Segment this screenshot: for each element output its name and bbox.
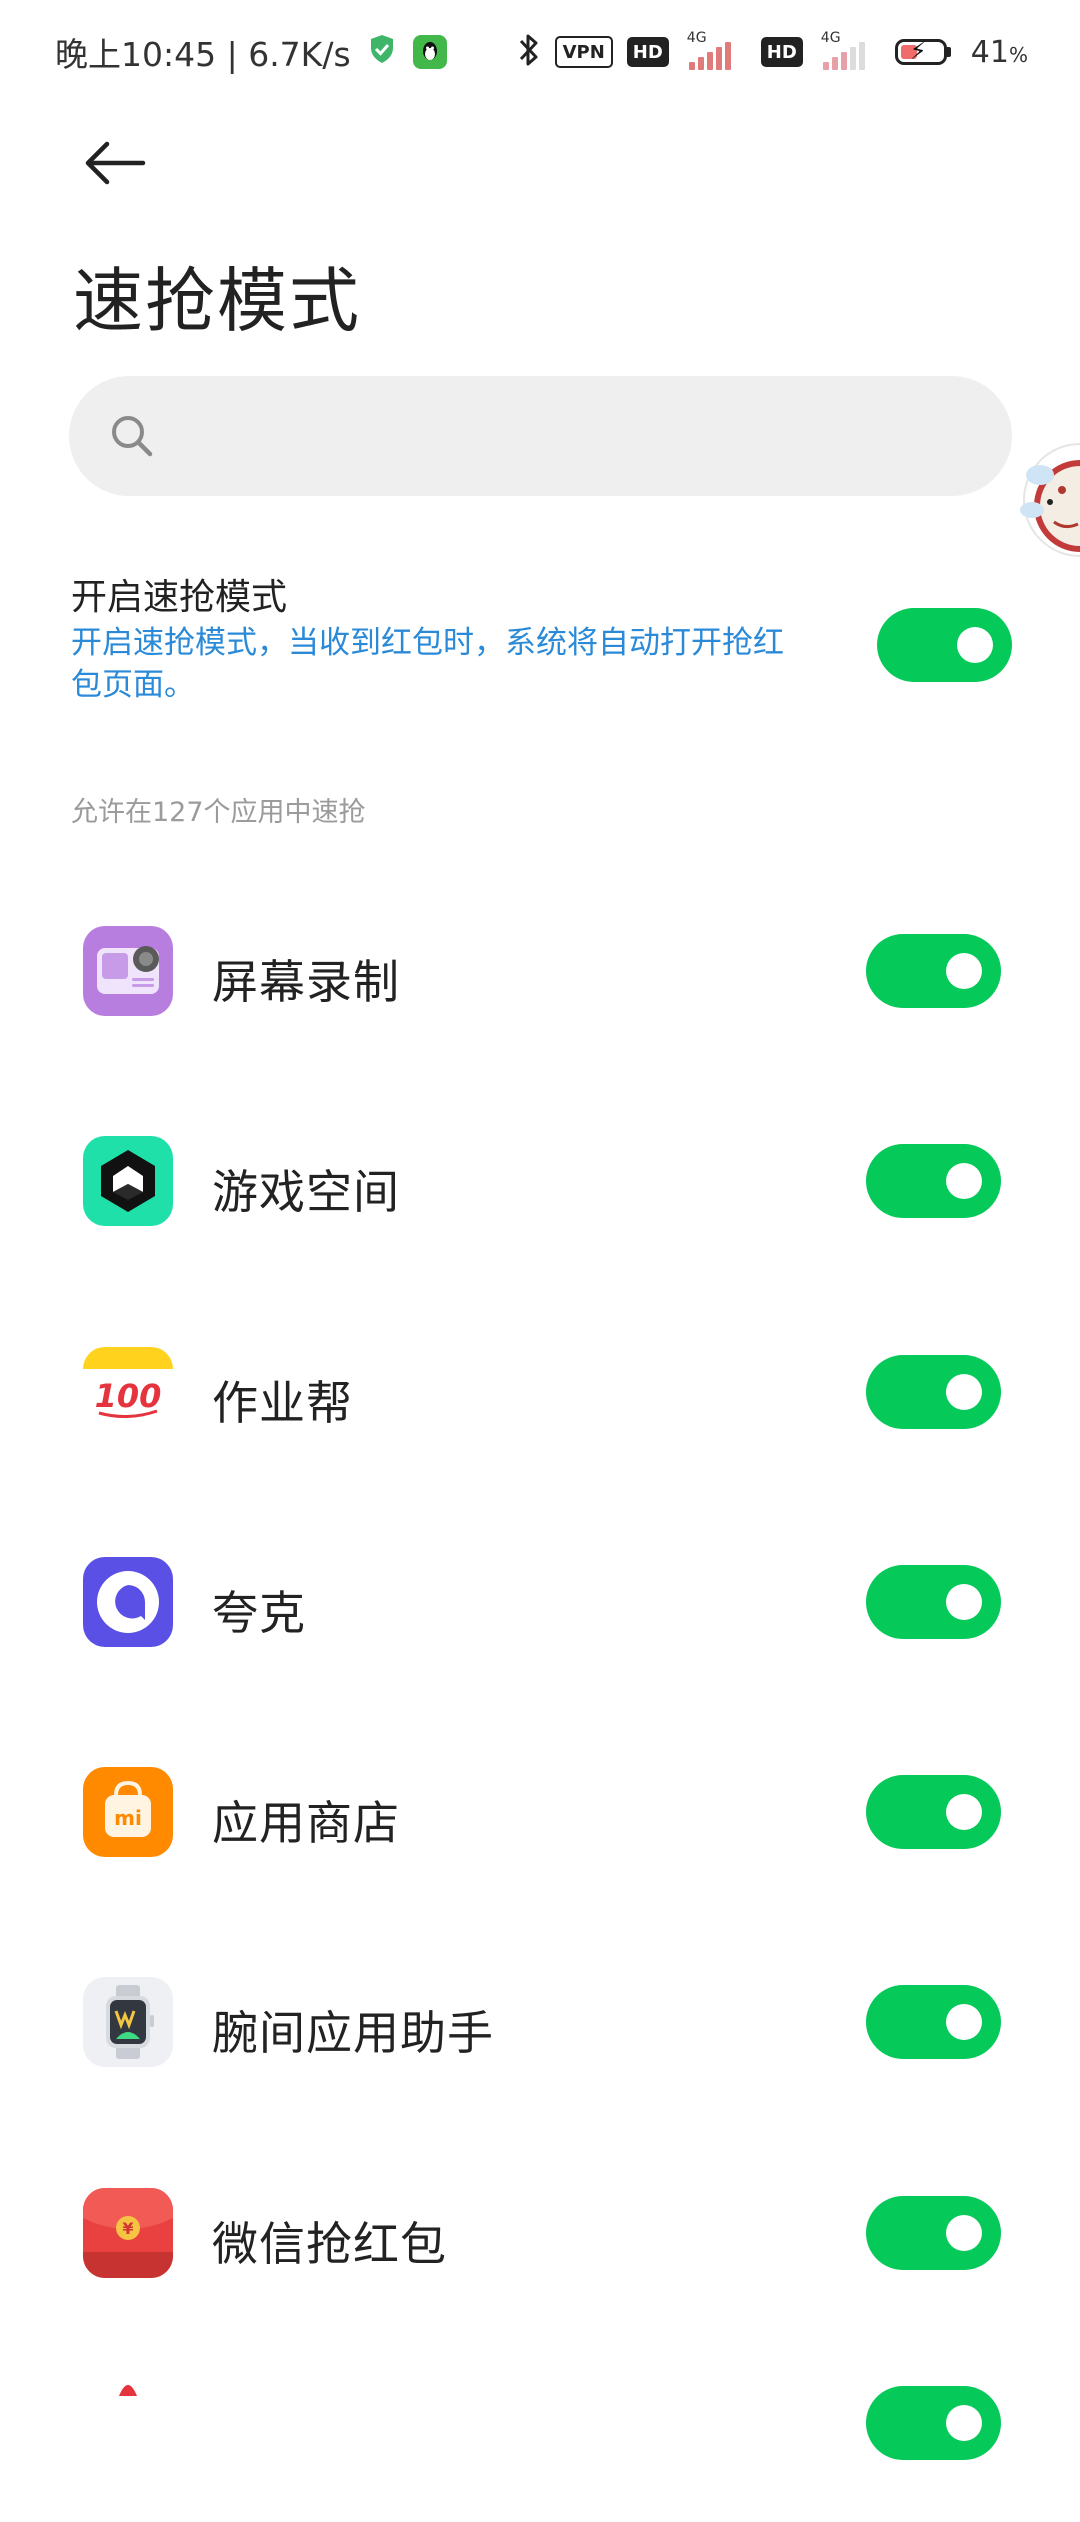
hd-badge-2: HD <box>760 37 803 67</box>
battery-icon: ⚡ <box>894 37 951 65</box>
time-network-speed: 晚上10:45 | 6.7K/s <box>55 35 351 74</box>
bluetooth-icon <box>517 31 541 73</box>
app-label: 微信抢红包 <box>212 2217 447 2271</box>
app-store-icon: mi <box>83 1767 173 1857</box>
vpn-badge: VPN <box>554 36 613 68</box>
app-label: 应用商店 <box>212 1796 400 1850</box>
signal-strength-1-icon: 4G <box>683 30 747 72</box>
app-toggle-switch[interactable] <box>866 1355 1001 1429</box>
watch-assistant-icon <box>83 1977 173 2067</box>
app-row-game-space[interactable]: 游戏空间 <box>0 1100 1080 1260</box>
master-toggle-switch[interactable] <box>877 608 1012 682</box>
notification-app-icon <box>412 35 447 69</box>
floating-mascot-icon[interactable] <box>1010 430 1080 570</box>
master-toggle-title: 开启速抢模式 <box>71 577 288 618</box>
quark-icon <box>83 1557 173 1647</box>
hd-badge-1: HD <box>626 37 669 67</box>
switch-knob <box>946 2004 982 2040</box>
app-row-partial[interactable] <box>0 2362 1080 2522</box>
app-label: 游戏空间 <box>212 1165 400 1219</box>
search-icon <box>112 416 153 457</box>
battery-percentage: 41% <box>971 35 1028 70</box>
switch-knob <box>946 953 982 989</box>
master-toggle-description: 开启速抢模式，当收到红包时，系统将自动打开抢红包页面。 <box>71 625 784 703</box>
app-toggle-switch[interactable] <box>866 1144 1001 1218</box>
master-toggle-row[interactable]: 开启速抢模式 开启速抢模式，当收到红包时，系统将自动打开抢红包页面。 <box>71 568 1012 718</box>
app-label: 夸克 <box>212 1586 306 1640</box>
status-right: VPN HD 4G HD 4G ⚡ 41% <box>517 28 1028 76</box>
red-envelope-icon: ¥ <box>83 2188 173 2278</box>
partial-app-icon <box>83 2366 173 2396</box>
app-row-red-envelope[interactable]: ¥ 微信抢红包 <box>0 2152 1080 2312</box>
app-store-icon-text: mi <box>114 1806 142 1830</box>
switch-knob <box>957 627 993 663</box>
search-input[interactable] <box>175 414 979 458</box>
search-bar[interactable] <box>69 376 1012 496</box>
app-toggle-switch[interactable] <box>866 1565 1001 1639</box>
switch-knob <box>946 1374 982 1410</box>
switch-knob <box>946 2215 982 2251</box>
app-row-screen-recorder[interactable]: 屏幕录制 <box>0 890 1080 1050</box>
charging-bolt-icon: ⚡ <box>909 37 927 65</box>
battery-unit: % <box>1008 42 1028 67</box>
section-header: 允许在127个应用中速抢 <box>71 797 366 828</box>
back-arrow-icon <box>85 141 146 185</box>
screen-recorder-icon <box>83 926 173 1016</box>
app-row-app-store[interactable]: mi 应用商店 <box>0 1731 1080 1891</box>
app-toggle-switch[interactable] <box>866 934 1001 1008</box>
app-label: 作业帮 <box>212 1376 353 1430</box>
app-row-quark[interactable]: 夸克 <box>0 1521 1080 1681</box>
signal-strength-2-icon: 4G <box>817 30 881 72</box>
page-title: 速抢模式 <box>73 260 361 342</box>
red-envelope-icon-text: ¥ <box>122 2219 133 2238</box>
switch-knob <box>946 1163 982 1199</box>
battery-level: 41 <box>970 34 1009 70</box>
app-row-zuoyebang[interactable]: 100 作业帮 <box>0 1311 1080 1471</box>
game-space-icon <box>83 1136 173 1226</box>
status-left: 晚上10:45 | 6.7K/s <box>55 28 447 76</box>
app-row-watch-assistant[interactable]: 腕间应用助手 <box>0 1941 1080 2101</box>
app-label: 腕间应用助手 <box>212 2006 494 2060</box>
shield-check-icon <box>369 33 395 72</box>
app-label: 屏幕录制 <box>212 955 400 1009</box>
app-toggle-switch[interactable] <box>866 2196 1001 2270</box>
zuoyebang-icon: 100 <box>83 1347 173 1437</box>
app-toggle-switch[interactable] <box>866 1985 1001 2059</box>
status-bar: 晚上10:45 | 6.7K/s VPN HD 4G HD 4G ⚡ 41% <box>0 0 1080 104</box>
zuoyebang-icon-text: 100 <box>95 1377 162 1415</box>
switch-knob <box>946 1584 982 1620</box>
app-toggle-switch[interactable] <box>866 2386 1001 2460</box>
switch-knob <box>946 2405 982 2441</box>
back-button[interactable] <box>70 118 160 208</box>
app-toggle-switch[interactable] <box>866 1775 1001 1849</box>
switch-knob <box>946 1794 982 1830</box>
